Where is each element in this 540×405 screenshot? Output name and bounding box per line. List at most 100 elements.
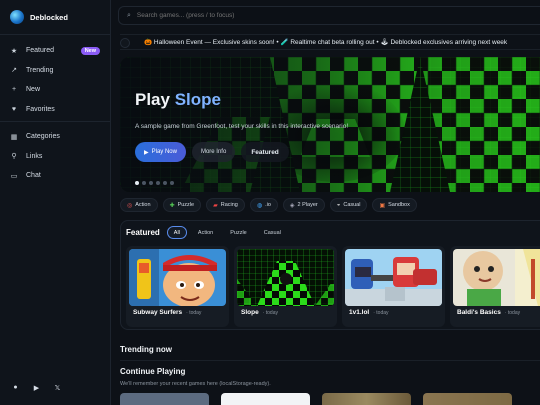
nav-item-categories[interactable]: ▦ Categories bbox=[0, 127, 111, 147]
category-label: Sandbox bbox=[388, 202, 410, 208]
continue-playing-title: Continue Playing bbox=[120, 367, 186, 376]
nav-item-featured[interactable]: ★ Featured New bbox=[0, 41, 111, 61]
car-icon: ▰ bbox=[213, 202, 218, 209]
continue-playing-thumbnails bbox=[120, 393, 512, 405]
featured-title: Featured bbox=[126, 228, 160, 237]
recent-game-thumbnail[interactable] bbox=[423, 393, 512, 405]
game-thumbnail bbox=[453, 249, 540, 306]
carousel-dot[interactable] bbox=[156, 181, 160, 185]
x-icon[interactable]: 𝕏 bbox=[50, 380, 65, 395]
game-title: 1v1.lol · today bbox=[349, 309, 389, 316]
hero-actions: ▶ Play Now More Info Featured bbox=[135, 142, 289, 162]
nav-label: Categories bbox=[26, 133, 60, 141]
game-thumbnail bbox=[345, 249, 442, 306]
search-bar[interactable]: ⌕ bbox=[118, 6, 540, 25]
category-casual[interactable]: ◒ Casual bbox=[329, 198, 368, 212]
ticker-text: 🎃 Halloween Event — Exclusive skins soon… bbox=[144, 39, 508, 46]
categories-icon: ▦ bbox=[10, 133, 18, 141]
action-icon: ◎ bbox=[127, 202, 133, 209]
category-racing[interactable]: ▰ Racing bbox=[206, 198, 245, 212]
tab-puzzle[interactable]: Puzzle bbox=[224, 226, 253, 239]
play-now-button[interactable]: ▶ Play Now bbox=[135, 142, 186, 162]
nav-item-trending[interactable]: ↗ Trending bbox=[0, 61, 111, 81]
nav-label: Favorites bbox=[26, 105, 55, 113]
globe-icon: ◍ bbox=[256, 202, 263, 209]
plus-icon: + bbox=[11, 86, 17, 94]
brand-name: Deblocked bbox=[30, 12, 68, 22]
hero-title-prefix: Play bbox=[135, 90, 170, 109]
tab-all[interactable]: All bbox=[166, 226, 187, 239]
divider bbox=[0, 121, 111, 122]
play-icon: ▶ bbox=[144, 149, 149, 156]
new-badge: New bbox=[80, 46, 100, 55]
nav-label: Featured bbox=[26, 47, 55, 55]
game-card-slope[interactable]: Slope · today bbox=[234, 246, 337, 327]
hero-description: A sample game from Greenfoot, test your … bbox=[135, 123, 349, 130]
search-icon: ⌕ bbox=[127, 11, 131, 19]
continue-playing-subtitle: We'll remember your recent games here (l… bbox=[120, 381, 271, 387]
category-action[interactable]: ◎ Action bbox=[120, 198, 158, 212]
category-label: Racing bbox=[220, 202, 238, 208]
nav-label: Chat bbox=[26, 172, 41, 180]
search-input[interactable] bbox=[136, 12, 387, 19]
nav-item-chat[interactable]: ▭ Chat bbox=[0, 166, 111, 186]
category-io[interactable]: ◍ .io bbox=[249, 198, 278, 212]
play-now-label: Play Now bbox=[151, 149, 177, 155]
casual-icon: ◒ bbox=[336, 202, 341, 208]
brand[interactable]: Deblocked bbox=[10, 10, 68, 24]
chat-icon: ▭ bbox=[10, 172, 18, 180]
category-label: .io bbox=[265, 202, 271, 208]
category-2-player[interactable]: ◈ 2 Player bbox=[282, 198, 325, 212]
sidebar: Deblocked ★ Featured New ↗ Trending + Ne… bbox=[0, 0, 111, 405]
nav-item-new[interactable]: + New bbox=[0, 80, 111, 100]
trending-title: Trending now bbox=[120, 345, 172, 354]
tab-action[interactable]: Action bbox=[192, 226, 219, 239]
tab-casual[interactable]: Casual bbox=[258, 226, 287, 239]
category-label: Casual bbox=[343, 202, 361, 208]
featured-chip: Featured bbox=[241, 142, 289, 162]
star-icon: ★ bbox=[10, 47, 18, 55]
recent-game-thumbnail[interactable] bbox=[120, 393, 209, 405]
more-info-button[interactable]: More Info bbox=[191, 142, 236, 162]
main-nav: ★ Featured New ↗ Trending + New ♥ Favori… bbox=[0, 41, 111, 119]
category-chips: ◎ Action ✚ Puzzle ▰ Racing ◍ .io ◈ 2 Pla… bbox=[120, 198, 417, 212]
link-icon: ⚲ bbox=[11, 153, 17, 161]
divider bbox=[0, 34, 111, 35]
carousel-dot[interactable] bbox=[170, 181, 174, 185]
nav-item-favorites[interactable]: ♥ Favorites bbox=[0, 100, 111, 120]
ticker-indicator bbox=[120, 38, 130, 48]
category-label: Puzzle bbox=[177, 202, 195, 208]
game-title: Subway Surfers · today bbox=[133, 309, 202, 316]
game-card-subway-surfers[interactable]: Subway Surfers · today bbox=[126, 246, 229, 327]
hero-title: Play Slope bbox=[135, 90, 221, 110]
youtube-icon[interactable]: ▶ bbox=[29, 380, 44, 395]
game-title: Slope · today bbox=[241, 309, 278, 316]
category-sandbox[interactable]: ▣ Sandbox bbox=[372, 198, 417, 212]
category-label: 2 Player bbox=[297, 202, 318, 208]
trending-icon: ↗ bbox=[11, 67, 17, 75]
category-puzzle[interactable]: ✚ Puzzle bbox=[162, 198, 202, 212]
sandbox-icon: ▣ bbox=[379, 202, 386, 209]
nav-label: New bbox=[26, 86, 41, 94]
category-label: Action bbox=[135, 202, 151, 208]
game-card-baldis-basics[interactable]: Baldi's Basics · today bbox=[450, 246, 540, 327]
puzzle-icon: ✚ bbox=[169, 202, 175, 209]
hero-title-game: Slope bbox=[174, 90, 222, 109]
game-title: Baldi's Basics · today bbox=[457, 309, 521, 316]
hero-banner[interactable]: Play Slope A sample game from Greenfoot,… bbox=[120, 57, 540, 192]
recent-game-thumbnail[interactable] bbox=[221, 393, 310, 405]
nav-label: Trending bbox=[26, 66, 54, 74]
featured-cards: Subway Surfers · today Slope · today 1v1… bbox=[126, 246, 540, 327]
carousel-dot[interactable] bbox=[163, 181, 167, 185]
carousel-dot[interactable] bbox=[142, 181, 146, 185]
nav-label: Links bbox=[26, 152, 43, 160]
main-content: ⌕ 🎃 Halloween Event — Exclusive skins so… bbox=[112, 0, 540, 405]
discord-icon[interactable]: ● bbox=[8, 380, 23, 395]
social-links: ● ▶ 𝕏 bbox=[8, 380, 65, 395]
carousel-dot[interactable] bbox=[149, 181, 153, 185]
game-card-1v1-lol[interactable]: 1v1.lol · today bbox=[342, 246, 445, 327]
recent-game-thumbnail[interactable] bbox=[322, 393, 411, 405]
carousel-dot[interactable] bbox=[135, 181, 139, 185]
featured-header: Featured All Action Puzzle Casual bbox=[126, 226, 287, 239]
nav-item-links[interactable]: ⚲ Links bbox=[0, 147, 111, 167]
